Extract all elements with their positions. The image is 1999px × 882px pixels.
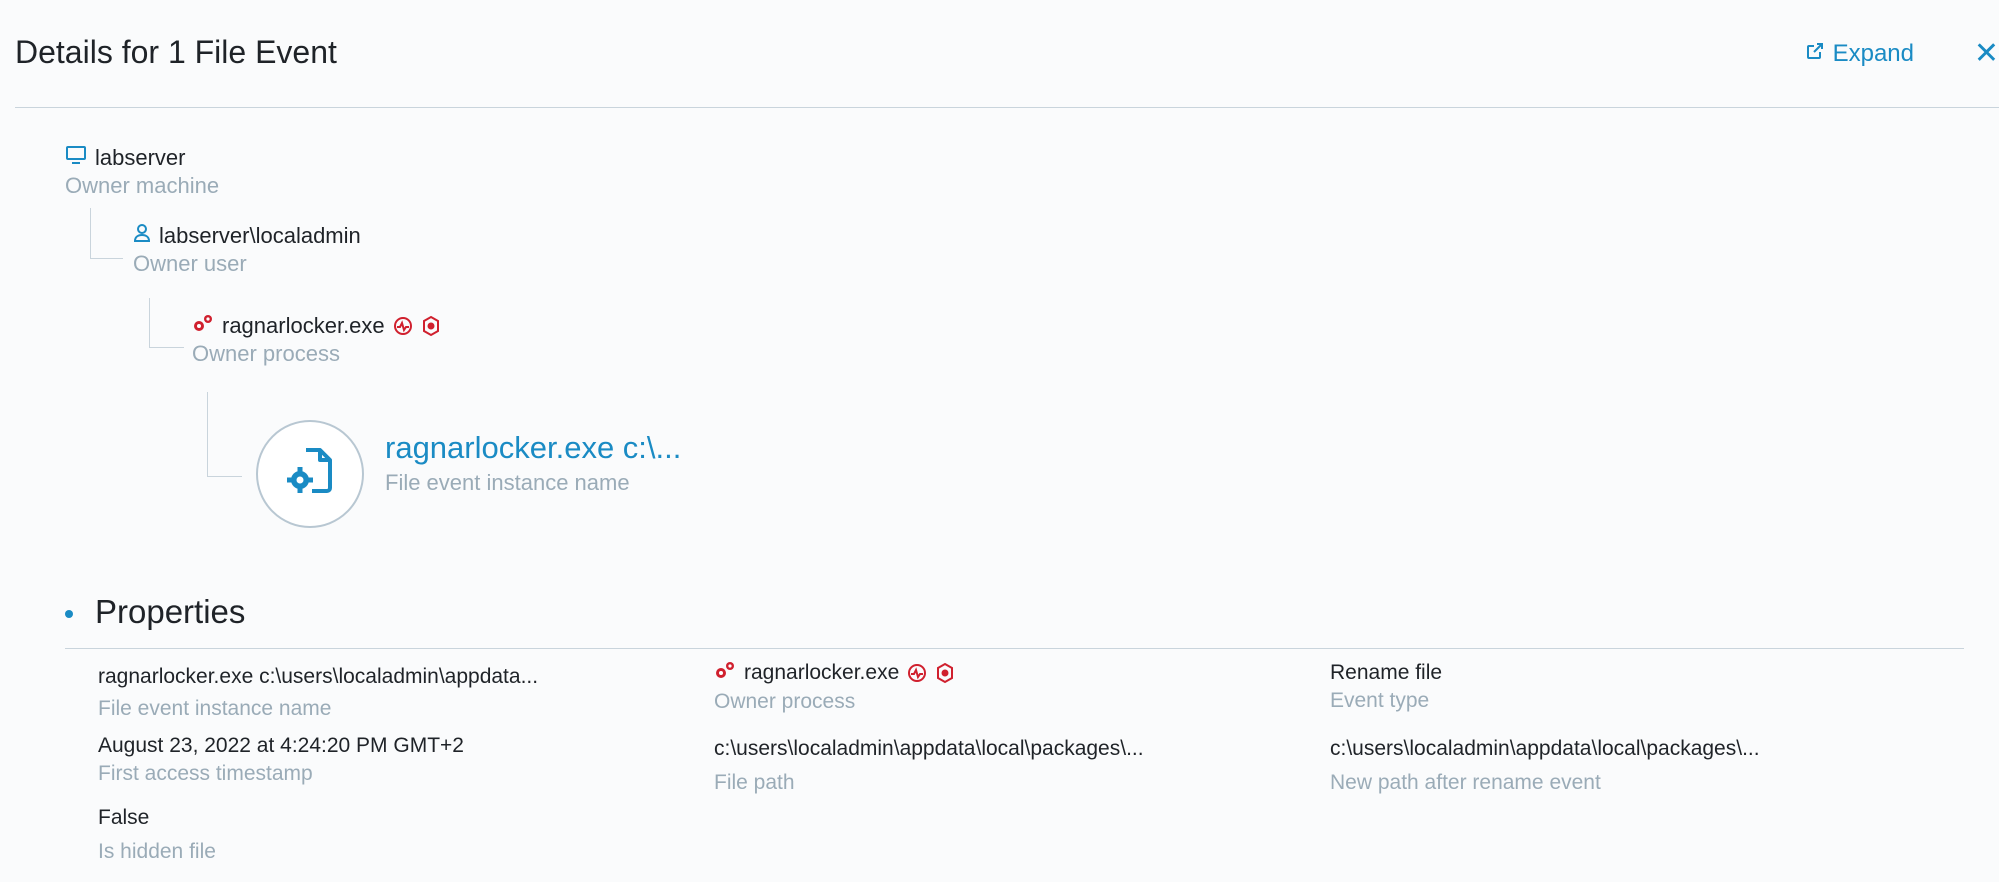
property-value: c:\users\localadmin\appdata\local\packag… — [1330, 737, 1760, 760]
user-icon — [133, 223, 151, 249]
property-label: New path after rename event — [1330, 771, 1601, 794]
file-gear-icon — [282, 444, 338, 505]
properties-title: Properties — [95, 593, 246, 630]
file-event-icon-circle — [256, 420, 364, 528]
tree-connector — [207, 392, 242, 477]
property-label: File path — [714, 771, 795, 794]
monitor-icon — [65, 145, 87, 171]
properties-bullet — [65, 610, 73, 618]
malop-hexagon-icon[interactable] — [421, 315, 441, 337]
machine-label: Owner machine — [65, 173, 220, 198]
property-new-path-after-rename: c:\users\localadmin\appdata\local\packag… — [1330, 737, 1760, 795]
panel-title: Details for 1 File Event — [15, 34, 337, 70]
tree-connector — [149, 298, 184, 348]
property-file-path: c:\users\localadmin\appdata\local\packag… — [714, 737, 1144, 795]
property-label: File event instance name — [98, 697, 332, 720]
tree-node-process[interactable]: ragnarlocker.exe Owner process — [192, 313, 441, 367]
property-value: ragnarlocker.exe c:\users\localadmin\app… — [98, 665, 539, 688]
property-value: August 23, 2022 at 4:24:20 PM GMT+2 — [98, 734, 464, 757]
expand-button[interactable]: Expand — [1805, 40, 1914, 68]
property-first-access-timestamp: August 23, 2022 at 4:24:20 PM GMT+2 Firs… — [98, 734, 464, 786]
gears-icon — [714, 660, 736, 686]
property-label: Event type — [1330, 689, 1430, 712]
properties-divider — [65, 648, 1964, 649]
user-name: labserver\localadmin — [159, 223, 361, 248]
instance-name: ragnarlocker.exe c:\... — [385, 430, 682, 465]
external-link-icon — [1805, 40, 1825, 68]
suspicious-activity-icon[interactable] — [393, 316, 413, 336]
suspicious-activity-icon[interactable] — [907, 663, 927, 683]
tree-node-machine[interactable]: labserver Owner machine — [65, 145, 219, 199]
property-label: Is hidden file — [98, 840, 216, 863]
tree-node-user[interactable]: labserver\localadmin Owner user — [133, 223, 361, 277]
property-owner-process: ragnarlocker.exe Owner process — [714, 660, 955, 714]
process-label: Owner process — [192, 341, 340, 366]
machine-name: labserver — [95, 145, 186, 170]
expand-label: Expand — [1832, 40, 1914, 67]
property-value: c:\users\localadmin\appdata\local\packag… — [714, 737, 1144, 760]
property-file-event-instance-name: ragnarlocker.exe c:\users\localadmin\app… — [98, 665, 538, 721]
tree-node-instance[interactable]: ragnarlocker.exe c:\... File event insta… — [385, 430, 681, 496]
property-is-hidden-file: False Is hidden file — [98, 806, 216, 864]
user-label: Owner user — [133, 251, 247, 276]
process-name: ragnarlocker.exe — [222, 313, 385, 338]
property-event-type: Rename file Event type — [1330, 661, 1442, 713]
property-label: Owner process — [714, 690, 856, 713]
tree-connector — [90, 208, 123, 259]
header-divider — [15, 107, 1999, 108]
close-icon: ✕ — [1973, 37, 1999, 70]
instance-label: File event instance name — [385, 470, 630, 495]
close-button[interactable]: ✕ — [1974, 36, 1999, 71]
property-value: False — [98, 806, 150, 829]
malop-hexagon-icon[interactable] — [935, 662, 955, 684]
property-label: First access timestamp — [98, 762, 313, 785]
property-value: Rename file — [1330, 661, 1443, 684]
gears-icon — [192, 313, 214, 339]
property-value[interactable]: ragnarlocker.exe — [744, 661, 899, 685]
